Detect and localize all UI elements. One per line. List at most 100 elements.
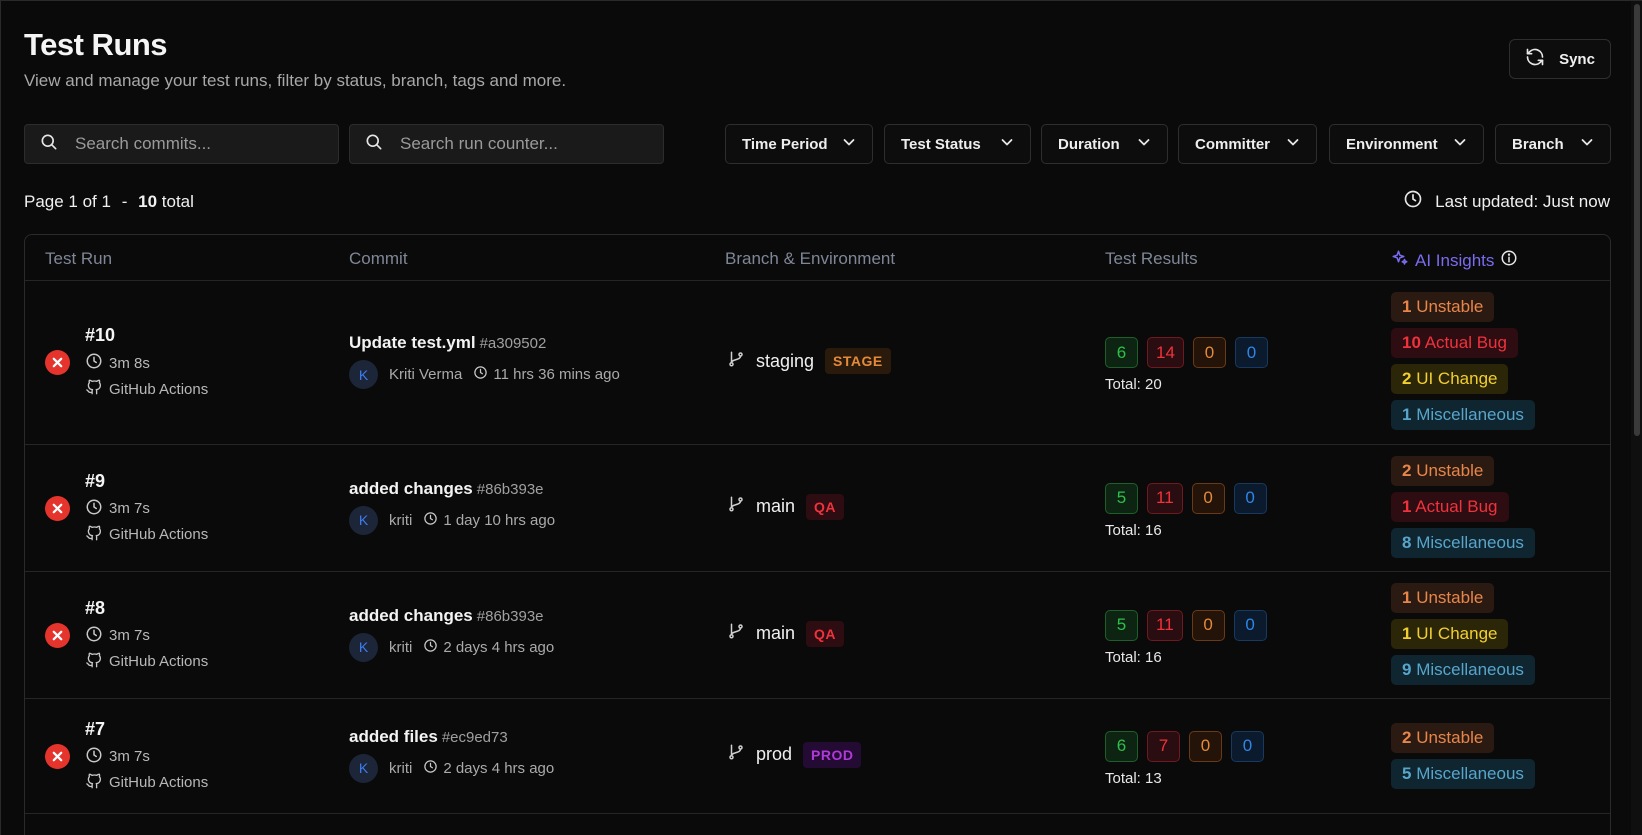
commit-time: 1 day 10 hrs ago — [423, 511, 555, 530]
insight-label: UI Change — [1416, 369, 1498, 388]
insight-label: Actual Bug — [1415, 497, 1498, 516]
commit-message[interactable]: added changes #86b393e — [349, 479, 555, 499]
column-header-ai-insights[interactable]: AI Insights — [1391, 249, 1518, 272]
failed-count[interactable]: 7 — [1147, 730, 1180, 762]
commit-meta: K kriti 2 days 4 hrs ago — [349, 632, 554, 662]
insight-count: 8 — [1402, 533, 1412, 552]
test-results: 6 14 0 0 Total: 20 — [1105, 337, 1268, 393]
environment-badge: QA — [806, 620, 845, 647]
chevron-down-icon — [1286, 135, 1300, 153]
github-icon — [85, 378, 103, 400]
sync-button[interactable]: Sync — [1509, 39, 1611, 79]
skipped-count[interactable]: 0 — [1234, 337, 1268, 368]
total-count: 10 — [138, 192, 158, 211]
commit-message[interactable]: Update test.yml #a309502 — [349, 333, 620, 353]
insight-count: 2 — [1402, 461, 1412, 480]
search-run-counter-input[interactable] — [400, 134, 650, 154]
ai-insight-unstable[interactable]: 1 Unstable — [1391, 292, 1495, 322]
column-header-test-run[interactable]: Test Run — [45, 249, 112, 269]
table-row[interactable] — [25, 814, 1610, 835]
column-header-commit[interactable]: Commit — [349, 249, 408, 269]
author-name: kriti — [389, 638, 413, 656]
table-row[interactable]: #10 3m 8s GitHub Actions Update test.yml… — [25, 281, 1610, 445]
search-icon — [364, 132, 384, 157]
run-duration: 3m 7s — [85, 625, 208, 647]
ai-insight-bug[interactable]: 10 Actual Bug — [1391, 328, 1518, 358]
run-number[interactable]: #8 — [85, 598, 208, 619]
sparkle-icon — [1391, 249, 1409, 272]
flaky-count[interactable]: 0 — [1191, 482, 1225, 514]
sync-label: Sync — [1559, 50, 1595, 68]
clock-icon — [423, 759, 438, 778]
ai-insight-unstable[interactable]: 2 Unstable — [1391, 722, 1495, 753]
commit-hash: #86b393e — [476, 607, 544, 625]
branch-icon — [727, 622, 745, 645]
ai-insight-misc[interactable]: 8 Miscellaneous — [1391, 528, 1535, 558]
passed-count[interactable]: 5 — [1105, 609, 1138, 641]
run-source: GitHub Actions — [85, 524, 208, 546]
ai-insight-misc[interactable]: 1 Miscellaneous — [1391, 400, 1535, 430]
filter-test-status[interactable]: Test Status — [884, 124, 1031, 164]
skipped-count[interactable]: 0 — [1231, 730, 1264, 762]
column-header-branch[interactable]: Branch & Environment — [725, 249, 895, 269]
commit-hash: #ec9ed73 — [441, 728, 508, 746]
table-row[interactable]: #9 3m 7s GitHub Actions added changes #86… — [25, 445, 1610, 572]
run-number[interactable]: #7 — [85, 719, 208, 740]
search-commits-input[interactable] — [75, 134, 325, 154]
failed-count[interactable]: 11 — [1147, 482, 1183, 514]
scrollbar-thumb[interactable] — [1634, 4, 1640, 436]
filter-committer[interactable]: Committer — [1178, 124, 1317, 164]
commit-meta: K kriti 2 days 4 hrs ago — [349, 753, 554, 783]
author-name: Kriti Verma — [389, 366, 463, 383]
ai-insight-unstable[interactable]: 1 Unstable — [1391, 583, 1495, 613]
ai-insight-misc[interactable]: 5 Miscellaneous — [1391, 758, 1535, 789]
column-header-results[interactable]: Test Results — [1105, 249, 1198, 269]
ai-insight-unstable[interactable]: 2 Unstable — [1391, 456, 1495, 486]
failed-count[interactable]: 14 — [1147, 337, 1184, 368]
run-number[interactable]: #9 — [85, 471, 208, 492]
filter-time-period[interactable]: Time Period — [725, 124, 873, 164]
table-row[interactable]: #7 3m 7s GitHub Actions added files #ec9e… — [25, 699, 1610, 814]
search-commits[interactable] — [24, 124, 339, 164]
commit-hash: #a309502 — [479, 335, 547, 352]
search-run-counter[interactable] — [349, 124, 664, 164]
branch-icon — [727, 495, 745, 518]
ai-insight-misc[interactable]: 9 Miscellaneous — [1391, 655, 1535, 685]
avatar: K — [349, 360, 378, 389]
insight-label: Miscellaneous — [1416, 660, 1524, 679]
run-number[interactable]: #10 — [85, 325, 208, 346]
clock-icon — [1403, 189, 1423, 214]
filter-environment[interactable]: Environment — [1329, 124, 1484, 164]
commit-message[interactable]: added files #ec9ed73 — [349, 727, 554, 747]
insight-count: 9 — [1402, 660, 1412, 679]
ai-insight-ui[interactable]: 1 UI Change — [1391, 619, 1509, 649]
flaky-count[interactable]: 0 — [1191, 609, 1225, 641]
last-updated-text: Last updated: Just now — [1435, 191, 1610, 211]
environment-badge: PROD — [803, 741, 862, 768]
table-row[interactable]: #8 3m 7s GitHub Actions added changes #86… — [25, 572, 1610, 699]
passed-count[interactable]: 5 — [1105, 482, 1138, 514]
info-icon[interactable] — [1500, 249, 1518, 272]
filter-branch[interactable]: Branch — [1495, 124, 1611, 164]
ai-insight-ui[interactable]: 2 UI Change — [1391, 364, 1509, 394]
commit-message[interactable]: added changes #86b393e — [349, 606, 554, 626]
ai-insights: 1 Unstable 1 UI Change 9 Miscellaneous — [1391, 583, 1535, 685]
filter-duration[interactable]: Duration — [1041, 124, 1168, 164]
failed-count[interactable]: 11 — [1147, 609, 1183, 641]
passed-count[interactable]: 6 — [1105, 730, 1138, 762]
branch-icon — [727, 350, 745, 373]
skipped-count[interactable]: 0 — [1233, 609, 1267, 641]
ai-insights-label: AI Insights — [1415, 250, 1495, 270]
filter-label: Test Status — [901, 135, 981, 153]
flaky-count[interactable]: 0 — [1189, 730, 1222, 762]
flaky-count[interactable]: 0 — [1192, 337, 1226, 368]
passed-count[interactable]: 6 — [1105, 337, 1138, 368]
ai-insight-bug[interactable]: 1 Actual Bug — [1391, 492, 1509, 522]
page-scrollbar[interactable] — [1631, 1, 1642, 835]
skipped-count[interactable]: 0 — [1233, 482, 1267, 514]
avatar: K — [349, 753, 378, 783]
failed-status-icon — [45, 350, 70, 375]
insight-count: 2 — [1402, 369, 1412, 388]
chevron-down-icon — [1580, 135, 1594, 153]
chevron-down-icon — [1000, 135, 1014, 153]
